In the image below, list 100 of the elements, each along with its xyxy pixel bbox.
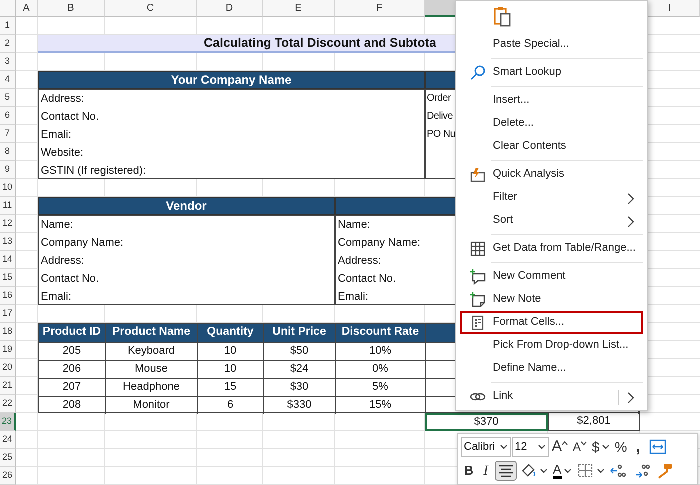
table-cell: 0% bbox=[336, 360, 426, 378]
info-label: Delive bbox=[426, 110, 453, 124]
block-header: Vendor bbox=[38, 197, 335, 215]
borders-icon bbox=[576, 463, 595, 479]
table-cell: Mouse bbox=[106, 360, 198, 378]
info-label: Address: bbox=[40, 254, 84, 269]
info-label: Contact No. bbox=[337, 272, 396, 287]
menu-item[interactable]: Filter bbox=[460, 186, 643, 209]
column-header[interactable]: F bbox=[335, 0, 425, 17]
fill-color-icon bbox=[520, 463, 538, 479]
info-label: Emali: bbox=[337, 290, 369, 305]
row-header[interactable]: 7 bbox=[0, 125, 16, 143]
merge-center-icon bbox=[649, 439, 668, 455]
row-header[interactable]: 16 bbox=[0, 287, 16, 305]
new-comment-icon bbox=[470, 268, 486, 284]
row-header[interactable]: 12 bbox=[0, 215, 16, 233]
row-header[interactable]: 20 bbox=[0, 359, 16, 377]
row-header[interactable]: 18 bbox=[0, 323, 16, 341]
table-cell: $24 bbox=[264, 360, 336, 378]
total-cell[interactable]: $370 bbox=[425, 413, 548, 431]
row-header[interactable]: 6 bbox=[0, 107, 16, 125]
info-label: Name: bbox=[337, 218, 370, 233]
format-painter-icon bbox=[656, 463, 674, 479]
row-header[interactable]: 8 bbox=[0, 143, 16, 161]
sheet-title: Calculating Total Discount and Subtota bbox=[204, 34, 436, 52]
row-header[interactable]: 10 bbox=[0, 179, 16, 197]
table-cell: 6 bbox=[198, 396, 264, 414]
row-header[interactable]: 17 bbox=[0, 305, 16, 323]
dropdown-field[interactable]: Calibri bbox=[461, 437, 511, 457]
row-header[interactable]: 25 bbox=[0, 449, 16, 467]
row-header[interactable]: 11 bbox=[0, 197, 16, 215]
table-icon bbox=[470, 240, 486, 256]
menu-item[interactable]: Insert... bbox=[460, 89, 643, 112]
menu-item[interactable]: Sort bbox=[460, 209, 643, 232]
row-header[interactable]: 15 bbox=[0, 269, 16, 287]
menu-item[interactable]: Get Data from Table/Range... bbox=[460, 237, 643, 260]
column-heading: Discount Rate bbox=[336, 324, 426, 342]
row-header[interactable]: 9 bbox=[0, 161, 16, 179]
menu-item[interactable]: Smart Lookup bbox=[460, 61, 643, 84]
column-header[interactable]: B bbox=[38, 0, 105, 17]
row-header[interactable]: 19 bbox=[0, 341, 16, 359]
row-header[interactable]: 14 bbox=[0, 251, 16, 269]
menu-item[interactable]: Clear Contents bbox=[460, 135, 643, 158]
row-header[interactable]: 22 bbox=[0, 395, 16, 413]
dropdown-field[interactable]: 12 bbox=[512, 437, 549, 457]
row-header[interactable]: 5 bbox=[0, 89, 16, 107]
row-header[interactable]: 21 bbox=[0, 377, 16, 395]
search-icon bbox=[470, 64, 486, 80]
menu-item[interactable]: New Comment bbox=[460, 265, 643, 288]
table-cell: Monitor bbox=[106, 396, 198, 414]
toolbar-button[interactable]: A bbox=[571, 437, 590, 457]
row-header[interactable]: 3 bbox=[0, 53, 16, 71]
quick-analysis-icon bbox=[470, 166, 486, 182]
table-cell: 15% bbox=[336, 396, 426, 414]
info-label: Emali: bbox=[40, 128, 72, 143]
menu-item[interactable]: Format Cells... bbox=[460, 311, 643, 334]
column-header[interactable]: A bbox=[16, 0, 38, 17]
increase-decimal-icon bbox=[610, 463, 628, 479]
column-heading: Quantity bbox=[198, 324, 264, 342]
toolbar-button[interactable]: $ bbox=[590, 437, 612, 457]
total-cell[interactable]: $2,801 bbox=[548, 413, 640, 431]
info-label: Emali: bbox=[40, 290, 72, 305]
info-label: Website: bbox=[40, 146, 84, 161]
menu-item[interactable]: Paste Special... bbox=[460, 33, 643, 56]
column-header[interactable]: D bbox=[197, 0, 263, 17]
row-header[interactable]: 2 bbox=[0, 35, 16, 53]
toolbar-button[interactable]: , bbox=[630, 437, 646, 457]
row-header[interactable]: 24 bbox=[0, 431, 16, 449]
row-header[interactable]: 4 bbox=[0, 71, 16, 89]
column-heading: Product Name bbox=[106, 324, 198, 342]
menu-item[interactable]: Pick From Drop-down List... bbox=[460, 334, 643, 357]
info-label: Contact No. bbox=[40, 110, 100, 125]
table-cell: Headphone bbox=[106, 378, 198, 396]
column-header[interactable]: C bbox=[105, 0, 197, 17]
table-cell: $50 bbox=[264, 342, 336, 360]
info-label: Company Name: bbox=[40, 236, 124, 251]
toolbar-button[interactable]: A bbox=[551, 461, 574, 481]
info-label: Address: bbox=[337, 254, 382, 269]
table-cell: 10% bbox=[336, 342, 426, 360]
down-caret-icon bbox=[581, 441, 588, 446]
row-header[interactable]: 1 bbox=[0, 17, 16, 35]
menu-item[interactable]: New Note bbox=[460, 288, 643, 311]
toolbar-button[interactable]: I bbox=[478, 461, 494, 481]
row-header[interactable]: 13 bbox=[0, 233, 16, 251]
row-header[interactable]: 23 bbox=[0, 413, 16, 431]
info-label: Name: bbox=[40, 218, 74, 233]
toolbar-button[interactable]: % bbox=[612, 437, 630, 457]
toolbar-button[interactable]: A bbox=[550, 437, 570, 457]
table-cell: 10 bbox=[198, 360, 264, 378]
table-cell: 15 bbox=[198, 378, 264, 396]
menu-item[interactable]: Define Name... bbox=[460, 357, 643, 380]
info-label: Contact No. bbox=[40, 272, 100, 287]
menu-item[interactable]: Link bbox=[460, 385, 643, 408]
row-header[interactable]: 26 bbox=[0, 467, 16, 485]
toolbar-button[interactable] bbox=[495, 461, 517, 481]
menu-item[interactable]: Quick Analysis bbox=[460, 163, 643, 186]
toolbar-button[interactable]: B bbox=[461, 461, 477, 481]
column-header[interactable]: E bbox=[263, 0, 335, 17]
info-label: Order bbox=[426, 92, 452, 106]
menu-item[interactable]: Delete... bbox=[460, 112, 643, 135]
